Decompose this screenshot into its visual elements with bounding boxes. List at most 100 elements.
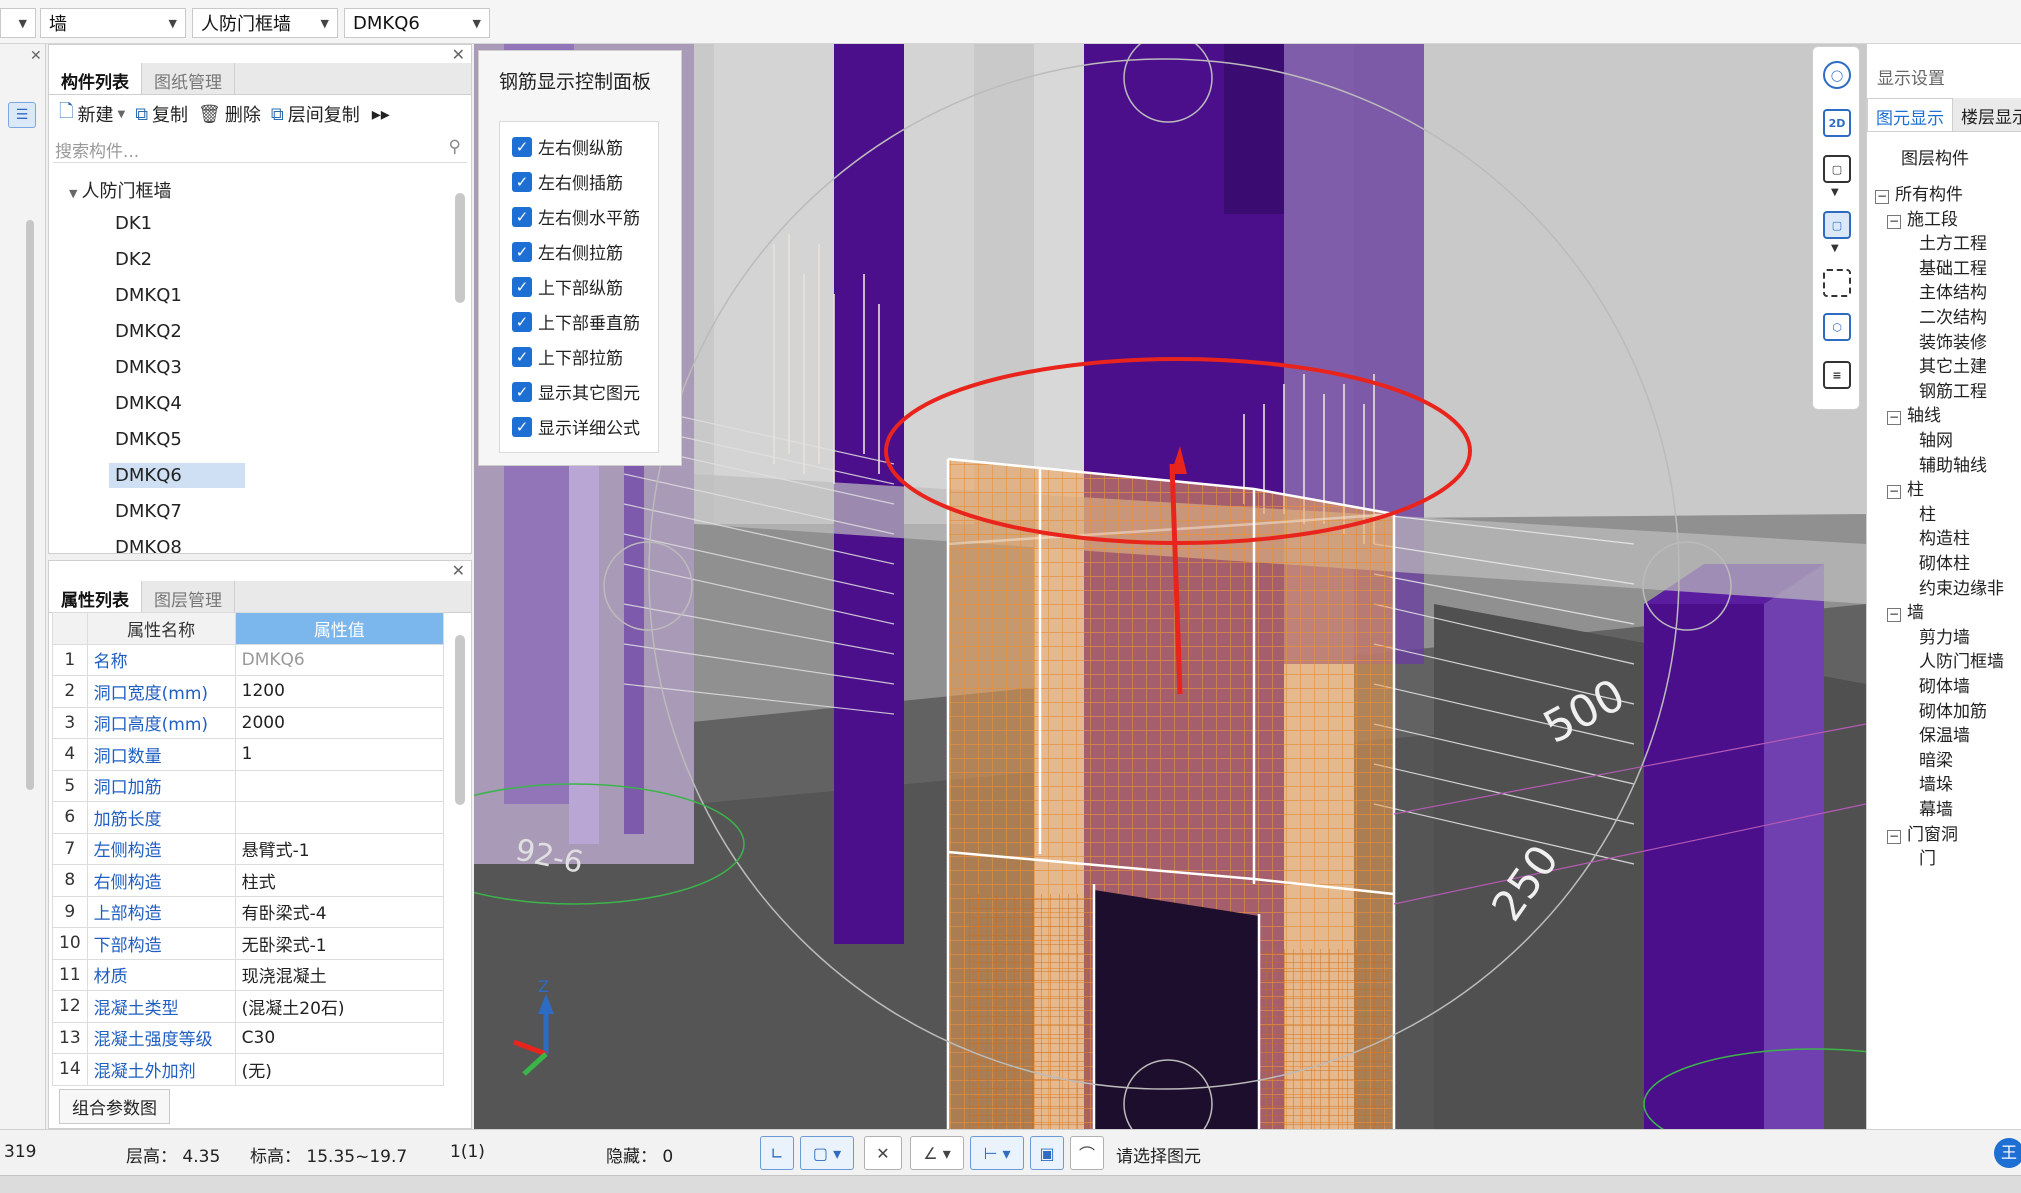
display-layer-item[interactable]: 人防门框墙 (1919, 647, 2004, 672)
display-layer-item[interactable]: 装饰装修 (1919, 328, 1987, 353)
display-layer-item[interactable]: 其它土建 (1919, 352, 1987, 377)
property-row[interactable]: 7 左侧构造 悬臂式-1 (52, 832, 445, 865)
copy-button[interactable]: ⧉ 复制 (135, 101, 188, 127)
property-row[interactable]: 1 名称 DMKQ6 (52, 643, 445, 676)
display-layer-item[interactable]: 基础工程 (1919, 254, 1987, 279)
display-layer-item[interactable]: 主体结构 (1919, 278, 1987, 303)
display-layer-item[interactable]: 构造柱 (1919, 524, 1970, 549)
cube-view-icon[interactable]: ⬡ (1823, 313, 1851, 341)
display-layer-item[interactable]: 土方工程 (1919, 229, 1987, 254)
fullscreen-icon[interactable] (1823, 269, 1851, 297)
tab-component-list[interactable]: 构件列表 (49, 63, 142, 94)
close-icon[interactable]: ✕ (30, 48, 42, 64)
tree-item-dmkq6-selected[interactable]: DMKQ6 (109, 463, 245, 488)
collapse-icon[interactable]: − (1875, 190, 1889, 204)
display-layer-item[interactable]: − 轴线 (1887, 401, 1941, 426)
display-layer-item[interactable]: − 墙 (1887, 598, 1924, 623)
display-layer-item[interactable]: 轴网 (1919, 426, 1953, 451)
display-layer-item[interactable]: 幕墙 (1919, 795, 1953, 820)
3d-box-icon[interactable]: ▢ (1823, 155, 1851, 183)
option-lr-tie[interactable]: ✓ 左右侧拉筋 (512, 239, 623, 264)
property-value[interactable]: (混凝土20石) (234, 990, 445, 1023)
tab-drawing-management[interactable]: 图纸管理 (142, 63, 235, 94)
option-show-formula[interactable]: ✓ 显示详细公式 (512, 414, 640, 439)
2d-view-icon[interactable]: 2D (1823, 109, 1851, 137)
component-list-scrollbar[interactable] (455, 193, 465, 303)
property-row[interactable]: 13 混凝土强度等级 C30 (52, 1021, 445, 1054)
curve-icon[interactable]: ⌒ (1070, 1136, 1104, 1170)
tree-item-dmkq3[interactable]: DMKQ3 (115, 357, 182, 378)
collapse-icon[interactable]: − (1887, 829, 1901, 844)
property-value[interactable]: 1 (234, 738, 445, 771)
cross-select-icon[interactable]: ✕ (864, 1136, 902, 1170)
list-view-icon[interactable]: ☰ (8, 102, 36, 128)
new-button[interactable]: 🗋 新建 ▼ (59, 99, 125, 129)
display-layer-item[interactable]: 砌体柱 (1919, 549, 1970, 574)
property-value[interactable] (234, 769, 445, 802)
assistant-icon[interactable]: 王 (1994, 1138, 2021, 1168)
collapse-icon[interactable]: − (1887, 214, 1901, 229)
tree-item-dmkq7[interactable]: DMKQ7 (115, 501, 182, 522)
properties-view-icon[interactable]: ≡ (1823, 361, 1851, 389)
display-layer-item[interactable]: 约束边缘非 (1919, 574, 2004, 599)
property-value[interactable]: (无) (234, 1053, 445, 1086)
option-lr-horizontal[interactable]: ✓ 左右侧水平筋 (512, 204, 640, 229)
tab-element-display[interactable]: 图元显示 (1867, 98, 1953, 131)
3d-viewport[interactable]: 500 250 92-6 Z (474, 44, 1866, 1129)
display-layer-item[interactable]: − 施工段 (1887, 205, 1958, 230)
angle-icon[interactable]: ∠ ▾ (910, 1136, 964, 1170)
type-select[interactable]: 人防门框墙 ▼ (192, 8, 338, 38)
tree-root[interactable]: ▼ 人防门框墙 (69, 177, 171, 203)
search-input[interactable]: 搜索构件... ⚲ (53, 135, 467, 163)
object-snap-icon[interactable]: ▢ ▾ (800, 1136, 854, 1170)
chevron-down-icon[interactable]: ▼ (1831, 243, 1839, 254)
close-icon[interactable]: ✕ (452, 45, 465, 64)
property-scrollbar[interactable] (455, 635, 465, 805)
ortho-snap-icon[interactable]: ∟ (760, 1136, 794, 1170)
close-icon[interactable]: ✕ (452, 561, 465, 580)
property-value[interactable]: 2000 (234, 706, 445, 739)
property-value[interactable]: 现浇混凝土 (234, 958, 445, 991)
more-tools-icon[interactable]: ▸▸ (372, 104, 390, 125)
tab-floor-display[interactable]: 楼层显示 (1953, 98, 2021, 131)
display-layer-item[interactable]: 二次结构 (1919, 303, 1987, 328)
3d-solid-icon[interactable]: ▢ (1823, 211, 1851, 239)
collapse-icon[interactable]: − (1887, 485, 1901, 500)
option-tb-longitudinal[interactable]: ✓ 上下部纵筋 (512, 274, 623, 299)
property-row[interactable]: 8 右侧构造 柱式 (52, 864, 445, 897)
property-value[interactable]: DMKQ6 (234, 643, 445, 676)
display-layer-item[interactable]: 辅助轴线 (1919, 451, 1987, 476)
display-layer-item[interactable]: 剪力墙 (1919, 623, 1970, 648)
property-row[interactable]: 3 洞口高度(mm) 2000 (52, 706, 445, 739)
property-row[interactable]: 10 下部构造 无卧梁式-1 (52, 927, 445, 960)
display-layer-item[interactable]: 暗梁 (1919, 746, 1953, 771)
property-row[interactable]: 9 上部构造 有卧梁式-4 (52, 895, 445, 928)
option-lr-dowel[interactable]: ✓ 左右侧插筋 (512, 169, 623, 194)
display-layer-item[interactable]: 墙垛 (1919, 770, 1953, 795)
option-show-other[interactable]: ✓ 显示其它图元 (512, 379, 640, 404)
option-tb-vertical[interactable]: ✓ 上下部垂直筋 (512, 309, 640, 334)
tree-item-dk2[interactable]: DK2 (115, 249, 152, 270)
option-tb-tie[interactable]: ✓ 上下部拉筋 (512, 344, 623, 369)
property-value[interactable]: 1200 (234, 675, 445, 708)
left-strip-scrollbar[interactable] (26, 220, 34, 790)
property-value[interactable]: 悬臂式-1 (234, 832, 445, 865)
property-row[interactable]: 12 混凝土类型 (混凝土20石) (52, 990, 445, 1023)
property-row[interactable]: 5 洞口加筋 (52, 769, 445, 802)
tree-item-dmkq5[interactable]: DMKQ5 (115, 429, 182, 450)
property-value[interactable]: C30 (234, 1021, 445, 1054)
property-value[interactable]: 柱式 (234, 864, 445, 897)
property-row[interactable]: 2 洞口宽度(mm) 1200 (52, 675, 445, 708)
property-value[interactable]: 无卧梁式-1 (234, 927, 445, 960)
property-row[interactable]: 14 混凝土外加剂 (无) (52, 1053, 445, 1086)
orbit-icon[interactable]: ◯ (1823, 61, 1851, 89)
option-lr-longitudinal[interactable]: ✓ 左右侧纵筋 (512, 134, 623, 159)
property-row[interactable]: 6 加筋长度 (52, 801, 445, 834)
floor-copy-button[interactable]: ⧉ 层间复制 (271, 101, 360, 127)
property-row[interactable]: 11 材质 现浇混凝土 (52, 958, 445, 991)
display-layer-item[interactable]: 砌体加筋 (1919, 697, 1987, 722)
collapse-icon[interactable]: − (1887, 608, 1901, 623)
display-layer-item[interactable]: 柱 (1919, 500, 1936, 525)
floor-select[interactable]: ▼ (0, 8, 36, 38)
tab-property-list[interactable]: 属性列表 (49, 581, 142, 612)
